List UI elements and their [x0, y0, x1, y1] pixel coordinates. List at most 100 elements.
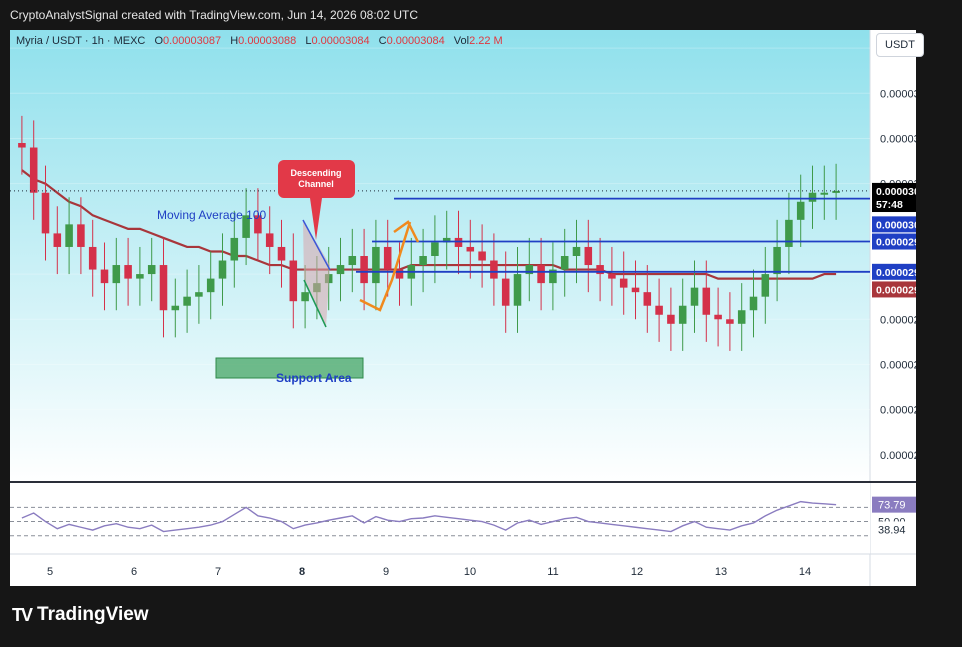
candle-body [737, 310, 746, 324]
x-tick-label: 8 [299, 566, 305, 578]
candle-body [796, 201, 805, 220]
candle-body [667, 314, 675, 324]
candle-body [490, 260, 498, 279]
volume-label: Vol [453, 35, 470, 47]
x-tick-label: 11 [547, 566, 558, 578]
candle-body [348, 256, 357, 266]
open-label: O [154, 35, 163, 47]
rsi-label-text: 38.94 [878, 524, 906, 536]
candle-body [277, 246, 286, 261]
candle-body [596, 265, 604, 275]
candle-body [289, 260, 298, 302]
close-value: 0.00003084 [386, 35, 445, 47]
volume-value: 2.22 M [469, 35, 503, 47]
candle-body [466, 246, 475, 252]
candle-body [265, 233, 274, 247]
candle-body [65, 224, 73, 247]
x-tick-label: 5 [47, 566, 53, 578]
candle-body [525, 265, 534, 275]
candle-body [195, 292, 203, 297]
y-tick-label: 0.00003300 [880, 88, 916, 100]
candle-body [537, 265, 545, 284]
candle-body [112, 265, 121, 284]
candle-body [643, 292, 652, 306]
candle-body [773, 246, 781, 275]
candle-body [513, 274, 522, 306]
y-tick-label: 0.00002500 [880, 450, 916, 462]
low-value: 0.00003084 [311, 35, 370, 47]
high-value: 0.00003088 [238, 35, 297, 47]
y-tick-label: 0.00002700 [880, 359, 916, 371]
candle-body [584, 246, 593, 266]
candle-body [336, 265, 345, 275]
candle-body [29, 147, 38, 193]
symbol-legend: Myria / USDT · 1h · MEXC O0.00003087 H0.… [16, 35, 503, 47]
candle-body [230, 237, 239, 261]
candle-body [183, 296, 191, 306]
x-tick-label: 14 [799, 566, 811, 578]
rsi-label-text: 73.79 [878, 500, 906, 512]
candle-body [454, 237, 463, 247]
rsi-pane-background [10, 482, 870, 554]
candle-body [761, 274, 770, 297]
x-tick-label: 13 [715, 566, 727, 578]
candle-body [383, 246, 392, 270]
candle-body [619, 278, 628, 288]
symbol-name[interactable]: Myria / USDT · 1h · MEXC [16, 35, 145, 47]
chart-canvas[interactable]: DescendingChannel Moving Average 100 Suppo… [10, 30, 916, 586]
channel-callout-text: Descending [290, 168, 341, 178]
open-value: 0.00003087 [163, 35, 222, 47]
candle-body [572, 246, 581, 256]
candle-body [53, 233, 62, 247]
price-label-text: 0.00002902 [876, 284, 916, 296]
candle-body [631, 287, 640, 293]
candle-body [655, 305, 663, 315]
candle-body [88, 246, 97, 270]
y-tick-label: 0.00003200 [880, 133, 916, 145]
candle-body [41, 192, 50, 234]
price-label-text: 0.00002972 [876, 237, 916, 249]
candle-body [206, 278, 215, 293]
x-tick-label: 12 [631, 566, 643, 578]
candle-body [785, 219, 793, 247]
x-tick-label: 6 [131, 566, 137, 578]
y-tick-label: 0.00002800 [880, 314, 916, 326]
x-tick-label: 10 [464, 566, 476, 578]
candle-body [501, 278, 510, 306]
chart-attribution: CryptoAnalystSignal created with Trading… [10, 8, 418, 22]
y-tick-label: 0.00002600 [880, 405, 916, 417]
candle-body [218, 260, 227, 279]
candle-body [395, 269, 404, 279]
price-label-text: 0.00002905 [876, 267, 916, 279]
tradingview-wordmark: TradingView [37, 604, 149, 625]
candle-body [136, 274, 144, 279]
tradingview-logo-icon: TV [12, 604, 33, 625]
candle-body [820, 192, 829, 195]
candle-body [690, 287, 699, 306]
candle-body [702, 287, 711, 315]
price-pane-background [10, 30, 870, 482]
high-label: H [230, 35, 239, 47]
candle-body [147, 265, 156, 275]
candle-body [171, 305, 180, 311]
candle-body [419, 256, 427, 266]
support-area-label: Support Area [276, 371, 352, 385]
candle-body [726, 319, 734, 324]
candle-body [100, 269, 109, 284]
candle-body [560, 256, 569, 270]
candle-body [431, 242, 439, 256]
candle-body [77, 224, 85, 247]
candle-body [608, 274, 616, 279]
candle-body [478, 251, 486, 261]
price-label-text: 57:48 [876, 199, 903, 211]
tradingview-brand[interactable]: TV TradingView [12, 604, 149, 626]
candle-body [18, 143, 26, 148]
channel-callout-text: Channel [298, 179, 334, 189]
candle-body [749, 296, 758, 311]
candle-body [372, 246, 380, 284]
currency-button[interactable]: USDT [876, 33, 924, 57]
candle-body [714, 314, 722, 320]
x-tick-label: 9 [383, 566, 389, 578]
chart-frame: Descending Channel Moving Average 100 Suppo… [10, 30, 916, 586]
close-label: C [378, 35, 387, 47]
